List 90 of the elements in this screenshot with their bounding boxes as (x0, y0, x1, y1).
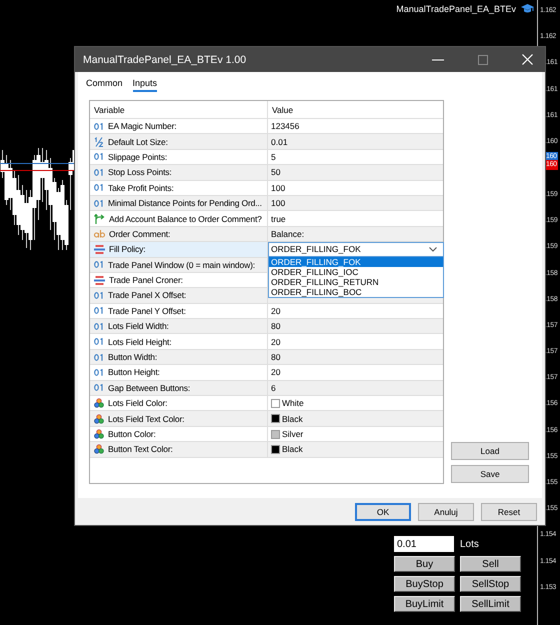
maximize-icon (478, 54, 488, 64)
minimize-icon[interactable] (432, 58, 444, 60)
close-icon[interactable] (522, 54, 533, 65)
variable-value[interactable]: White (282, 398, 304, 408)
variable-name: Lots Field Width: (108, 321, 169, 332)
variable-value[interactable]: 20 (271, 367, 280, 378)
variable-name: Lots Field Height: (108, 336, 172, 347)
lots-label: Lots (460, 538, 479, 550)
variable-value[interactable]: true (271, 214, 286, 224)
integer-icon (94, 322, 104, 330)
tab[interactable]: Common (86, 77, 123, 92)
variable-name: Trade Panel Window (0 = main window): (108, 260, 255, 270)
variable-name: Default Lot Size: (108, 136, 168, 147)
variable-value[interactable]: 123456 (271, 121, 300, 132)
variable-name: EA Magic Number: (108, 121, 176, 132)
trade-button[interactable]: Buy (394, 556, 455, 572)
variable-value[interactable]: 80 (271, 352, 280, 362)
dropdown-option[interactable]: ORDER_FILLING_RETURN (269, 276, 443, 287)
palette-icon (94, 398, 104, 408)
variable-value[interactable]: Black (282, 414, 303, 424)
variable-value[interactable]: 20 (271, 306, 280, 316)
variable-value[interactable]: 6 (271, 382, 276, 393)
dialog-button[interactable]: Reset (481, 503, 537, 521)
variable-value[interactable]: 5 (271, 152, 276, 162)
variable-name: Lots Field Color: (108, 398, 168, 408)
integer-icon (94, 354, 104, 361)
text-icon (94, 230, 105, 238)
trade-button[interactable]: BuyLimit (394, 596, 455, 612)
integer-icon (94, 184, 104, 192)
variable-name: Button Width: (108, 352, 158, 362)
fraction-icon (94, 136, 104, 147)
variable-name: Add Account Balance to Order Comment? (109, 214, 262, 224)
dropdown-option[interactable]: ORDER_FILLING_FOK (269, 256, 443, 267)
integer-icon (94, 153, 104, 160)
branch-arrow-icon (94, 214, 105, 224)
variable-value[interactable]: 50 (271, 167, 280, 178)
variable-name: Button Height: (108, 367, 160, 378)
variable-value[interactable]: 20 (271, 336, 280, 347)
variable-name: Gap Between Buttons: (108, 382, 190, 393)
chevron-icon (429, 246, 437, 252)
panel-button[interactable]: Save (451, 465, 529, 483)
variable-value[interactable]: 100 (271, 198, 286, 208)
variable-value[interactable]: Balance: (271, 228, 304, 239)
variable-name: Trade Panel Y Offset: (108, 306, 186, 316)
lots-field[interactable]: 0.01 (394, 536, 454, 552)
variable-name: Fill Policy: (109, 244, 146, 254)
trade-button[interactable]: SellStop (460, 576, 521, 592)
trade-button[interactable]: Sell (460, 556, 521, 572)
variable-name: Trade Panel X Offset: (108, 290, 186, 300)
variable-name: Button Text Color: (108, 444, 173, 454)
dropdown-option[interactable]: ORDER_FILLING_BOC (269, 286, 443, 297)
variable-value[interactable]: 80 (271, 321, 280, 332)
graduation-cap-icon (521, 3, 534, 14)
integer-icon (94, 122, 104, 130)
integer-icon (94, 368, 104, 376)
panel-button[interactable]: Load (451, 442, 529, 460)
dialog-button[interactable]: OK (355, 503, 411, 521)
variable-value[interactable]: 0.01 (271, 136, 288, 147)
integer-icon (94, 292, 104, 299)
dropdown-option[interactable]: ORDER_FILLING_IOC (269, 266, 443, 277)
palette-icon (94, 414, 104, 424)
variable-name: Order Comment: (109, 228, 170, 239)
variable-name: Lots Field Text Color: (108, 414, 184, 424)
integer-icon (94, 168, 104, 176)
palette-icon (94, 444, 104, 454)
integer-icon (94, 200, 104, 207)
list-icon (94, 276, 105, 285)
expert-label: ManualTradePanel_EA_BTEv (396, 4, 516, 14)
column-header: Variable (93, 104, 126, 116)
palette-icon (94, 429, 104, 439)
integer-icon (94, 338, 104, 346)
variable-name: Trade Panel Croner: (109, 275, 183, 286)
trade-button[interactable]: SellLimit (460, 596, 521, 612)
variable-value[interactable]: Silver (282, 429, 304, 439)
variable-name: Stop Loss Points: (108, 167, 172, 178)
variable-name: Take Profit Points: (108, 182, 174, 193)
list-icon (94, 244, 105, 254)
dialog-button[interactable]: Anuluj (418, 503, 474, 521)
integer-icon (94, 261, 104, 268)
column-header: Value (267, 101, 444, 118)
variable-value[interactable]: Black (282, 444, 303, 454)
variable-name: Minimal Distance Points for Pending Ord... (108, 198, 262, 208)
window-title: ManualTradePanel_EA_BTEv 1.00 (83, 54, 246, 66)
integer-icon (94, 384, 104, 392)
trade-button[interactable]: BuyStop (394, 576, 455, 592)
integer-icon (94, 307, 104, 314)
variable-name: Slippage Points: (108, 152, 168, 162)
variable-name: Button Color: (108, 429, 156, 439)
tab[interactable]: Inputs (132, 77, 158, 92)
variable-value[interactable]: 100 (271, 182, 286, 193)
